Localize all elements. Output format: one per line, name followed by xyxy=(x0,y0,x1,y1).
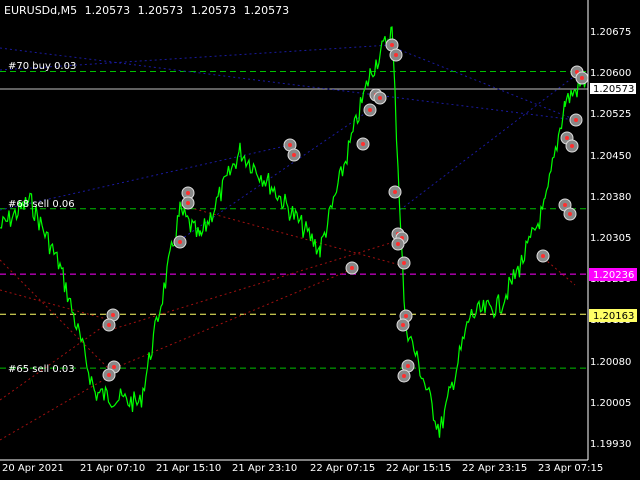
trade-marker xyxy=(363,103,377,117)
trade-marker xyxy=(397,369,411,383)
price-tick-label: 1.20525 xyxy=(590,109,632,121)
ohlc-open: 1.20573 xyxy=(84,4,131,17)
trade-marker xyxy=(565,139,579,153)
time-tick-label: 21 Apr 23:10 xyxy=(232,463,298,474)
price-tick-label: 1.19930 xyxy=(590,439,632,450)
time-tick-label: 22 Apr 23:15 xyxy=(462,463,528,474)
yellow-price-box: 1.20163 xyxy=(589,309,637,322)
trade-marker xyxy=(287,148,301,162)
ohlc-close: 1.20573 xyxy=(243,4,290,17)
order-label-sell-68: #68 sell 0.06 xyxy=(8,199,75,210)
trade-connector-line xyxy=(0,47,577,121)
trade-marker xyxy=(173,235,187,249)
order-label-sell-65: #65 sell 0.03 xyxy=(8,364,75,375)
price-tick-label: 1.20450 xyxy=(590,150,632,162)
magenta-price-value: 1.20236 xyxy=(593,270,635,281)
time-tick-label: 20 Apr 2021 xyxy=(2,463,64,474)
trade-connector-line xyxy=(0,317,116,401)
yellow-price-value: 1.20163 xyxy=(593,311,635,322)
price-chart[interactable] xyxy=(0,0,640,480)
current-price-value: 1.20573 xyxy=(593,84,635,95)
trade-marker xyxy=(536,249,550,263)
trade-marker xyxy=(397,256,411,270)
price-tick-label: 1.20380 xyxy=(590,191,632,203)
trade-marker xyxy=(373,91,387,105)
trade-connector-line xyxy=(179,109,371,241)
magenta-price-box: 1.20236 xyxy=(589,268,637,281)
price-tick-label: 1.20675 xyxy=(590,27,632,38)
time-tick-label: 22 Apr 07:15 xyxy=(310,463,376,474)
price-tick-label: 1.20305 xyxy=(590,233,632,244)
symbol-timeframe: EURUSDd,M5 xyxy=(4,4,78,17)
trade-marker xyxy=(563,207,577,221)
current-price-box: 1.20573 xyxy=(589,82,637,95)
time-tick-label: 21 Apr 15:10 xyxy=(156,463,222,474)
price-tick-label: 1.20600 xyxy=(590,68,632,80)
trade-connector-line xyxy=(0,289,111,321)
time-tick-label: 22 Apr 15:15 xyxy=(386,463,452,474)
trade-marker xyxy=(569,113,583,127)
trade-marker xyxy=(388,185,402,199)
trade-connector-line xyxy=(0,374,113,441)
trade-lines xyxy=(0,44,577,441)
chart-header: EURUSDd,M5 1.20573 1.20573 1.20573 1.205… xyxy=(4,4,293,17)
trade-marker xyxy=(396,318,410,332)
trade-connector-line xyxy=(399,74,577,211)
order-label-buy-70: #70 buy 0.03 xyxy=(8,61,77,72)
time-tick-label: 23 Apr 07:15 xyxy=(538,463,604,474)
price-tick-label: 1.20005 xyxy=(590,397,632,409)
trade-marker xyxy=(102,368,116,382)
trade-marker xyxy=(389,48,403,62)
ohlc-low: 1.20573 xyxy=(190,4,237,17)
trade-marker xyxy=(391,237,405,251)
level-lines xyxy=(0,70,588,369)
trade-marker xyxy=(181,196,195,210)
ohlc-high: 1.20573 xyxy=(137,4,184,17)
trade-marker xyxy=(345,261,359,275)
price-tick-label: 1.20080 xyxy=(590,356,632,368)
time-tick-label: 21 Apr 07:10 xyxy=(80,463,146,474)
trade-connector-line xyxy=(109,267,356,371)
trade-connector-line xyxy=(109,239,401,331)
trade-marker xyxy=(102,318,116,332)
trade-marker xyxy=(356,137,370,151)
trade-markers xyxy=(102,38,589,383)
